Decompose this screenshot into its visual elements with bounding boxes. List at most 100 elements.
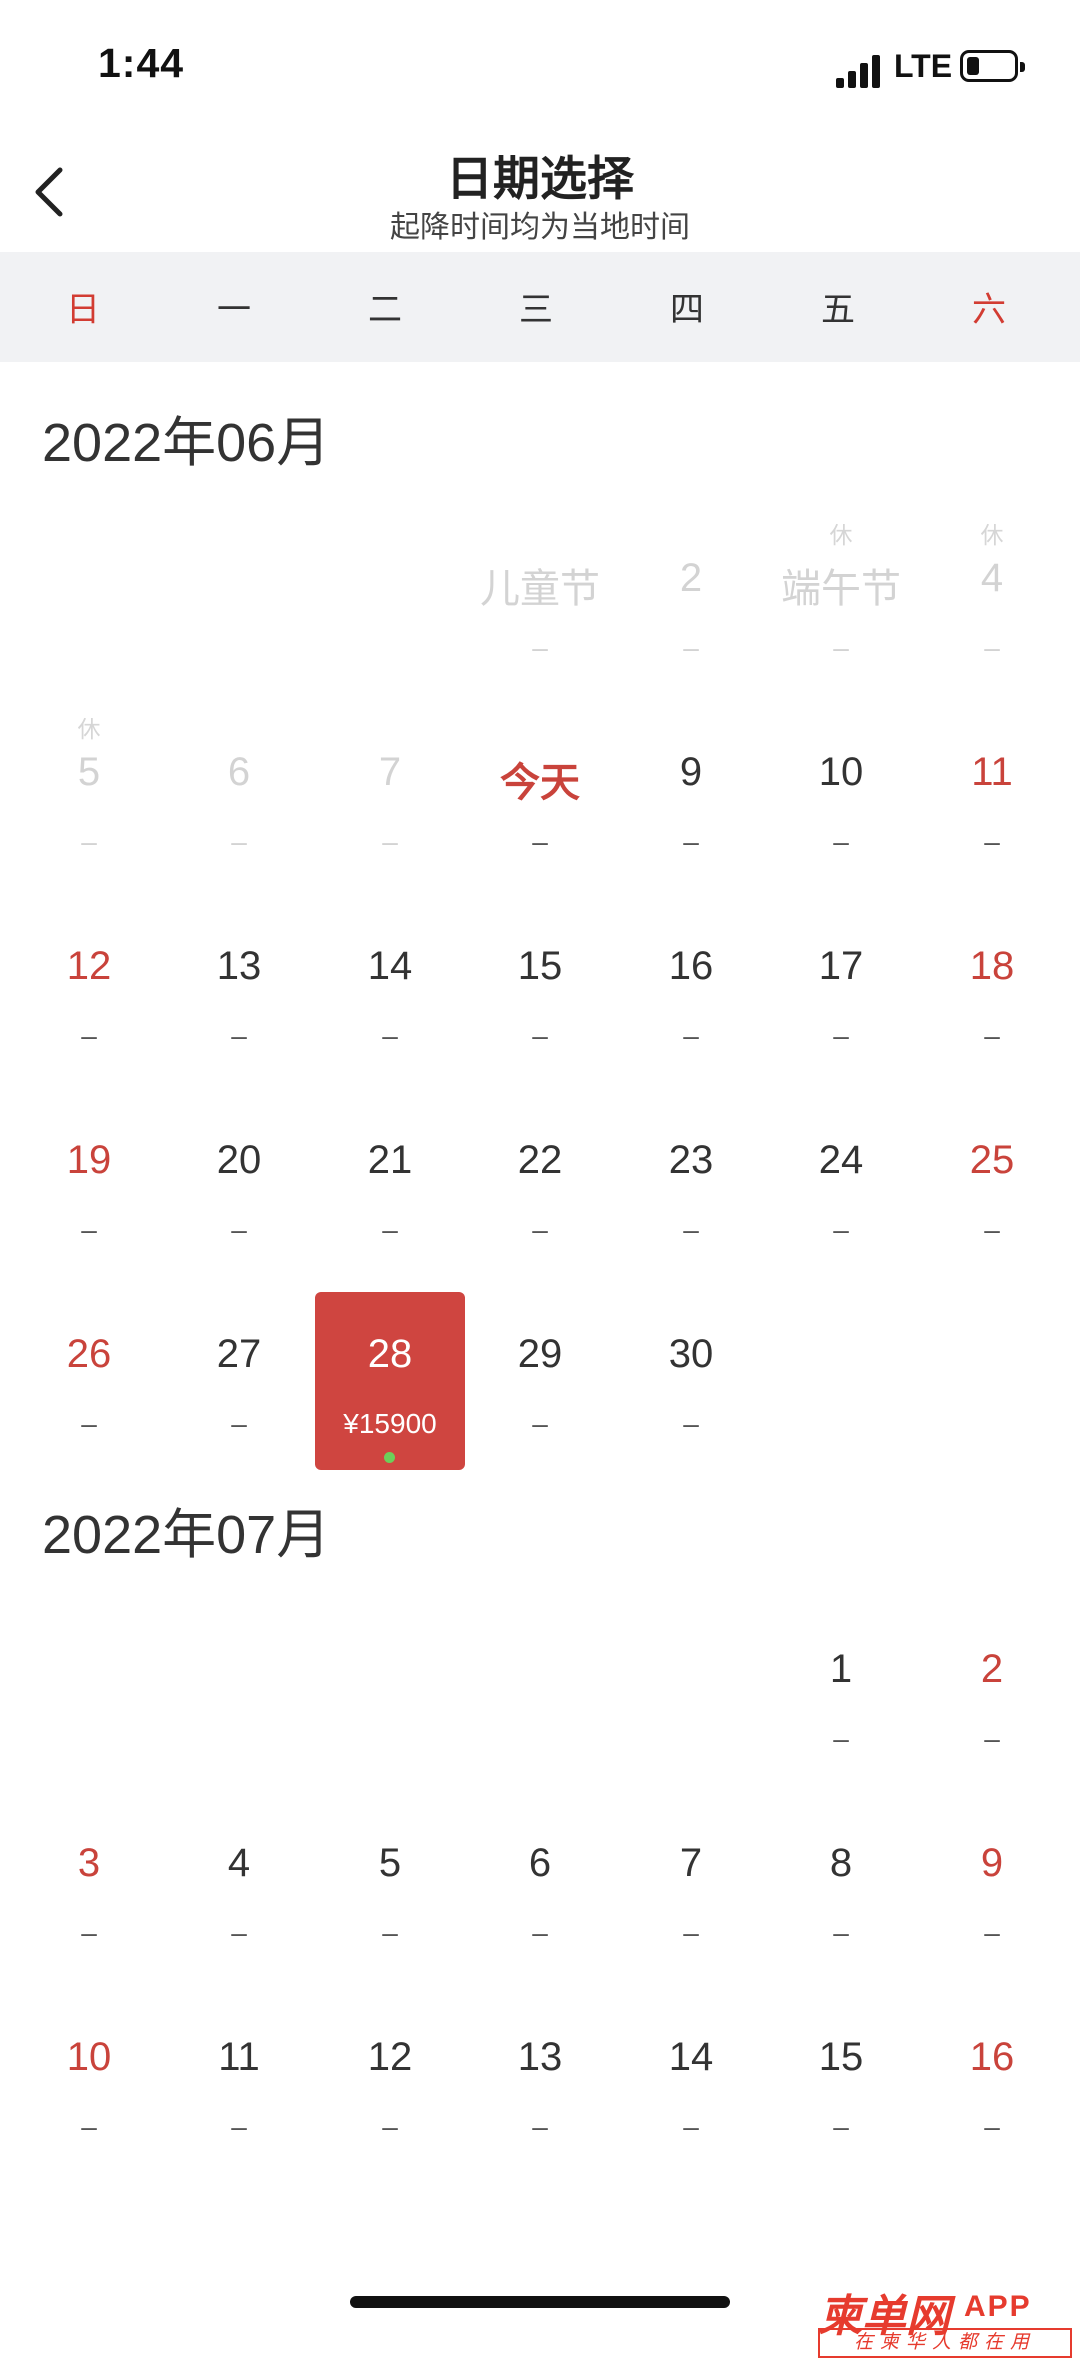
calendar-day[interactable]: 今天 – [465, 710, 615, 890]
day-label: 20 [216, 1138, 262, 1182]
month-title-july: 2022年07月 [42, 1505, 331, 1565]
day-label: 19 [66, 1138, 112, 1182]
calendar-day[interactable]: 9– [616, 710, 766, 890]
holiday-rest-tag [465, 710, 615, 740]
holiday-rest-tag [616, 710, 766, 740]
weekday-sun: 日 [66, 291, 100, 329]
holiday-rest-tag [465, 1801, 615, 1831]
calendar-day[interactable]: 15 – [766, 1995, 916, 2175]
calendar-day[interactable]: 16 – [917, 1995, 1067, 2175]
nav-bar: 日期选择 起降时间均为当地时间 [0, 130, 1080, 252]
holiday-rest-tag [164, 710, 314, 740]
calendar-day[interactable]: 27 – [164, 1292, 314, 1472]
calendar-day[interactable]: 24 – [766, 1098, 916, 1278]
calendar-day[interactable]: 9– [917, 1801, 1067, 1981]
holiday-rest-tag [164, 1292, 314, 1322]
calendar-day[interactable]: 11 – [164, 1995, 314, 2175]
calendar-day[interactable]: 22 – [465, 1098, 615, 1278]
day-label: 10 [66, 2035, 112, 2079]
calendar-day[interactable]: 14 – [616, 1995, 766, 2175]
day-label: 13 [216, 944, 262, 988]
day-price: – [231, 2111, 247, 2142]
day-label: 15 [517, 944, 563, 988]
weekday-fri: 五 [821, 291, 855, 329]
calendar-day[interactable]: 14 – [315, 904, 465, 1084]
day-label: 2 [980, 1647, 1004, 1691]
day-label: 4 [227, 1841, 251, 1885]
day-price: – [532, 1214, 548, 1245]
holiday-rest-tag [14, 1801, 164, 1831]
weekday-thu: 四 [670, 291, 704, 329]
day-label: 29 [517, 1332, 563, 1376]
calendar-day[interactable]: 28 ¥15900 [315, 1292, 465, 1470]
holiday-rest-tag [917, 904, 1067, 934]
calendar-day[interactable]: 11 – [917, 710, 1067, 890]
holiday-rest-tag [164, 1098, 314, 1128]
page-title: 日期选择 [446, 152, 634, 205]
day-price: – [81, 2111, 97, 2142]
day-price: – [231, 1408, 247, 1439]
holiday-rest-tag [616, 1995, 766, 2025]
holiday-rest-tag [616, 516, 766, 546]
day-label: 3 [77, 1841, 101, 1885]
calendar-day[interactable]: 18 – [917, 904, 1067, 1084]
calendar-day[interactable]: 26 – [14, 1292, 164, 1472]
calendar-day[interactable]: 10 – [14, 1995, 164, 2175]
calendar-day[interactable]: 16 – [616, 904, 766, 1084]
network-label: LTE [894, 48, 953, 84]
calendar-day[interactable]: 8– [766, 1801, 916, 1981]
weekday-wed: 三 [519, 291, 553, 329]
day-price: – [231, 1214, 247, 1245]
calendar-day[interactable]: 1– [766, 1607, 916, 1787]
calendar-day[interactable]: 17 – [766, 904, 916, 1084]
day-label: 16 [969, 2035, 1015, 2079]
calendar-day: 儿童节 – [465, 516, 615, 696]
holiday-rest-tag [465, 1098, 615, 1128]
day-price: – [833, 2111, 849, 2142]
day-label: 8 [829, 1841, 853, 1885]
calendar-day[interactable]: 12 – [14, 904, 164, 1084]
calendar-day[interactable]: 7– [616, 1801, 766, 1981]
holiday-rest-tag [766, 904, 916, 934]
holiday-rest-tag: 休 [829, 522, 853, 548]
calendar-day[interactable]: 15 – [465, 904, 615, 1084]
calendar-day[interactable]: 6– [465, 1801, 615, 1981]
day-label: 22 [517, 1138, 563, 1182]
calendar-day[interactable]: 12 – [315, 1995, 465, 2175]
calendar-day[interactable]: 30 – [616, 1292, 766, 1472]
calendar-day[interactable]: 20 – [164, 1098, 314, 1278]
calendar-day[interactable]: 13 – [164, 904, 314, 1084]
weekday-header: 日 一 二 三 四 五 六 [0, 252, 1080, 362]
day-price: – [683, 826, 699, 857]
day-price: – [833, 632, 849, 663]
day-price: – [382, 2111, 398, 2142]
day-price: – [532, 1408, 548, 1439]
calendar-day[interactable]: 2– [917, 1607, 1067, 1787]
calendar-day: 2– [616, 516, 766, 696]
calendar-day[interactable]: 29 – [465, 1292, 615, 1472]
calendar-day[interactable]: 5– [315, 1801, 465, 1981]
calendar-day[interactable]: 3– [14, 1801, 164, 1981]
calendar-day: 7– [315, 710, 465, 890]
day-price: – [984, 826, 1000, 857]
calendar-day[interactable]: 23 – [616, 1098, 766, 1278]
holiday-rest-tag [917, 1607, 1067, 1637]
calendar-day[interactable]: 25 – [917, 1098, 1067, 1278]
day-label: 24 [818, 1138, 864, 1182]
holiday-rest-tag: 休 [77, 716, 101, 742]
watermark-logo: 柬单网 APP 在柬华人都在用 [818, 2286, 1072, 2358]
day-price: – [683, 2111, 699, 2142]
calendar-day[interactable]: 21 – [315, 1098, 465, 1278]
calendar-day[interactable]: 13 – [465, 1995, 615, 2175]
day-price: – [532, 632, 548, 663]
calendar-day[interactable]: 4– [164, 1801, 314, 1981]
day-label: 13 [517, 2035, 563, 2079]
calendar-day[interactable]: 10 – [766, 710, 916, 890]
status-bar: 1:44 LTE [0, 0, 1080, 130]
holiday-rest-tag [14, 1995, 164, 2025]
holiday-rest-tag [164, 1801, 314, 1831]
day-label: 2 [679, 556, 703, 600]
calendar-day[interactable]: 19 – [14, 1098, 164, 1278]
day-label: 30 [668, 1332, 714, 1376]
holiday-rest-tag [616, 904, 766, 934]
